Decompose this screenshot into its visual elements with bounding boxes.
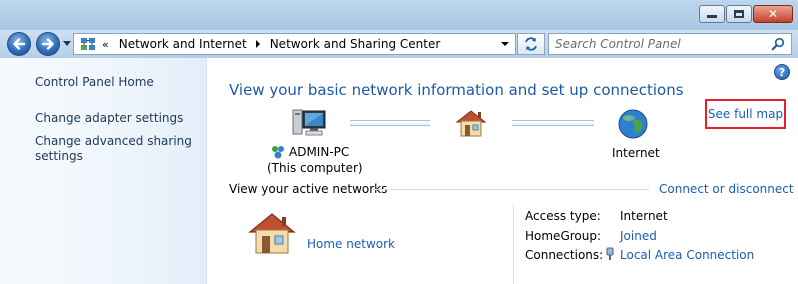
page-title: View your basic network information and … — [229, 81, 684, 99]
minimize-icon — [707, 15, 717, 18]
search-box[interactable] — [548, 33, 792, 55]
breadcrumb-separator[interactable] — [255, 40, 260, 48]
connection-line — [512, 120, 594, 126]
see-full-map-highlight: See full map — [705, 99, 786, 129]
connection-line — [350, 120, 430, 126]
computer-name: ADMIN-PC — [289, 145, 350, 159]
sidebar-item-change-advanced-sharing-settings[interactable]: Change advanced sharing settings — [35, 134, 192, 164]
forward-button[interactable] — [36, 32, 60, 56]
breadcrumb-network-and-sharing-center[interactable]: Network and Sharing Center — [270, 37, 441, 51]
local-area-connection-link[interactable]: Local Area Connection — [620, 248, 754, 262]
home-network-link[interactable]: Home network — [307, 237, 395, 251]
home-network-icon[interactable] — [454, 108, 488, 138]
navigation-bar: « Network and Internet Network and Shari… — [0, 30, 798, 58]
help-icon[interactable]: ? — [774, 64, 790, 80]
internet-globe-icon[interactable] — [616, 108, 650, 140]
sidebar-item-control-panel-home[interactable]: Control Panel Home — [35, 75, 154, 90]
access-type-value: Internet — [620, 209, 668, 223]
computer-icon[interactable] — [292, 108, 328, 138]
recent-pages-dropdown[interactable] — [63, 41, 71, 46]
internet-label: Internet — [612, 146, 660, 160]
minimize-button[interactable] — [699, 5, 725, 23]
connect-or-disconnect-link[interactable]: Connect or disconnect — [659, 182, 794, 196]
sidebar-item-change-adapter-settings[interactable]: Change adapter settings — [35, 111, 183, 126]
address-dropdown-icon[interactable] — [501, 42, 509, 46]
sidebar-item-label-line1: Change advanced sharing — [35, 134, 192, 148]
breadcrumb-overflow[interactable]: « — [102, 38, 109, 51]
back-arrow-icon — [13, 38, 26, 50]
address-bar[interactable]: « Network and Internet Network and Shari… — [73, 33, 516, 55]
breadcrumb-network-and-internet[interactable]: Network and Internet — [119, 37, 247, 51]
computer-label: ADMIN-PC — [270, 144, 349, 160]
homegroup-joined-link[interactable]: Joined — [620, 229, 657, 243]
home-network-icon[interactable] — [247, 211, 297, 255]
search-input[interactable] — [555, 34, 765, 54]
access-type-label: Access type: — [525, 209, 601, 223]
computer-subtitle: (This computer) — [267, 161, 363, 175]
left-task-pane: Control Panel Home Change adapter settin… — [0, 58, 207, 284]
network-adapter-icon — [606, 247, 614, 260]
back-button[interactable] — [7, 32, 31, 56]
search-icon[interactable] — [771, 37, 785, 51]
refresh-button[interactable] — [517, 33, 545, 55]
sidebar-item-label-line2: settings — [35, 149, 83, 163]
section-divider — [373, 189, 649, 190]
main-content: ? View your basic network information an… — [208, 58, 798, 284]
maximize-icon — [734, 10, 744, 18]
see-full-map-link[interactable]: See full map — [708, 107, 783, 121]
close-button[interactable]: ✕ — [753, 5, 793, 23]
active-networks-heading: View your active networks — [229, 182, 388, 196]
network-control-panel-icon — [81, 38, 95, 50]
refresh-icon — [525, 37, 537, 51]
caption-buttons: ✕ — [698, 5, 793, 23]
connections-label: Connections: — [525, 248, 604, 262]
homegroup-label: HomeGroup: — [525, 229, 602, 243]
forward-arrow-icon — [41, 38, 54, 50]
maximize-button[interactable] — [726, 5, 752, 23]
title-bar: ✕ — [0, 0, 798, 30]
network-user-icon — [272, 146, 284, 159]
network-details-divider — [513, 205, 514, 284]
close-icon: ✕ — [767, 7, 779, 21]
